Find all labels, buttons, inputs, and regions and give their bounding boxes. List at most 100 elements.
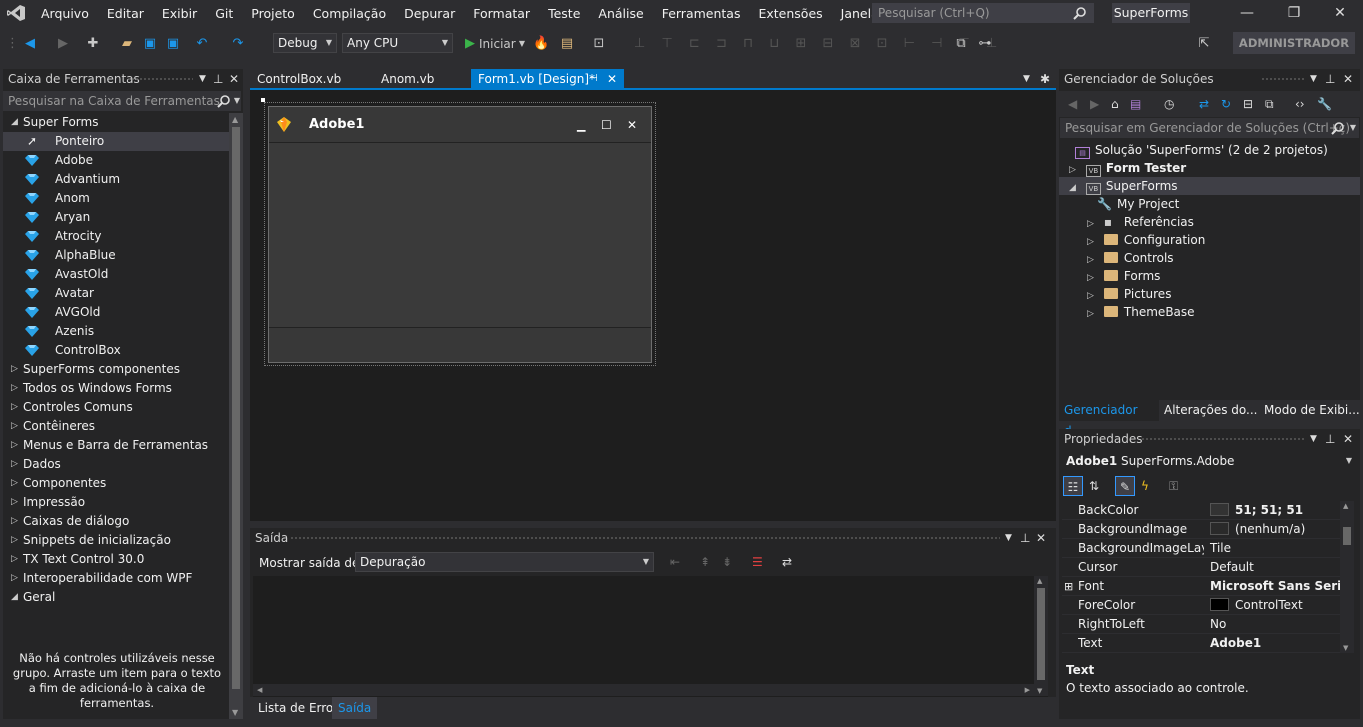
scroll-down-icon[interactable]: ▼ [1037, 687, 1042, 695]
expand-icon[interactable]: ▷ [11, 436, 18, 455]
expand-icon[interactable]: ▷ [11, 455, 18, 474]
properties-icon[interactable]: ✎ [1115, 476, 1135, 496]
property-value[interactable]: Adobe1 [1207, 634, 1340, 653]
show-all-files-icon[interactable]: ⧉ [1265, 94, 1274, 114]
prev-message-icon[interactable]: ⇞ [700, 552, 710, 572]
minimize-icon[interactable]: ▁ [577, 107, 585, 145]
scroll-down-icon[interactable]: ▼ [232, 708, 238, 717]
scroll-up-icon[interactable]: ▲ [1343, 502, 1348, 510]
toolbox-group-header[interactable]: ▷ Componentes [3, 474, 229, 493]
property-row[interactable]: RightToLeft No [1062, 615, 1340, 634]
expand-icon[interactable]: ⊞ [1064, 577, 1073, 596]
tab-class-view[interactable]: Modo de Exibi... [1259, 400, 1360, 421]
scroll-down-icon[interactable]: ▼ [1343, 644, 1348, 652]
close-icon[interactable]: ✕ [607, 69, 617, 89]
collapse-all-icon[interactable]: ⊟ [1243, 94, 1253, 114]
open-folder-icon[interactable]: ▰ [118, 35, 136, 53]
tree-node-themebase[interactable]: ▷ ThemeBase [1087, 303, 1195, 321]
quick-launch-search[interactable]: Pesquisar (Ctrl+Q) [872, 3, 1094, 23]
back-icon[interactable]: ◀ [20, 35, 40, 53]
toolbox-item[interactable]: Azenis [3, 322, 229, 341]
toolbox-item[interactable]: Anom [3, 189, 229, 208]
property-row[interactable]: Cursor Default [1062, 558, 1340, 577]
menu-item-teste[interactable]: Teste [539, 0, 589, 27]
property-row[interactable]: Text Adobe1 [1062, 634, 1340, 653]
menu-item-an-lise[interactable]: Análise [589, 0, 652, 27]
pin-icon[interactable]: ⊥ [213, 69, 223, 89]
clear-all-icon[interactable]: ☰ [752, 552, 763, 572]
next-message-icon[interactable]: ⇟ [722, 552, 732, 572]
expand-icon[interactable]: ▷ [11, 398, 18, 417]
designed-form[interactable]: Adobe1 ▁ ☐ ✕ [268, 106, 652, 363]
start-dropdown-icon[interactable]: ▼ [517, 35, 527, 53]
close-icon[interactable]: ✕ [627, 107, 637, 143]
toolbox-scrollbar[interactable]: ▲ ▼ [229, 113, 243, 719]
panel-menu-icon[interactable]: ▼ [199, 69, 206, 89]
drag-grip[interactable] [290, 536, 1000, 541]
drag-grip[interactable] [127, 77, 193, 82]
tree-node-refer-ncias[interactable]: ▷ ▪ Referências [1087, 213, 1194, 231]
toolbox-item[interactable]: ControlBox [3, 341, 229, 360]
close-icon[interactable]: ✕ [1325, 2, 1355, 24]
tab-controlbox[interactable]: ControlBox.vb [250, 69, 348, 89]
tab-list-icon[interactable]: ▼ [1023, 69, 1030, 89]
close-icon[interactable]: ✕ [229, 69, 239, 89]
expand-icon[interactable]: ▷ [1087, 273, 1094, 283]
expand-icon[interactable]: ▷ [1087, 309, 1094, 319]
design-view-icon[interactable]: ⊡ [590, 35, 608, 53]
expand-icon[interactable]: ▷ [11, 379, 18, 398]
pending-changes-icon[interactable]: ◷ [1164, 94, 1174, 114]
toolbox-item[interactable]: Aryan [3, 208, 229, 227]
expand-icon[interactable]: ▷ [1087, 255, 1094, 265]
toolbox-group-header[interactable]: ▷ Interoperabilidade com WPF [3, 569, 229, 588]
scroll-right-icon[interactable]: ▶ [1025, 684, 1030, 696]
start-button[interactable]: Iniciar [479, 35, 519, 53]
property-value[interactable]: (nenhum/a) [1207, 520, 1340, 539]
expand-icon[interactable]: ▷ [11, 569, 18, 588]
undo-icon[interactable]: ↶ [193, 35, 211, 53]
tree-node-controls[interactable]: ▷ Controls [1087, 249, 1174, 267]
output-source-select[interactable]: Depuração ▼ [355, 552, 654, 572]
panel-menu-icon[interactable]: ▼ [1005, 528, 1012, 548]
tab-order-icon[interactable]: ⧉ [954, 35, 968, 53]
property-row[interactable]: ForeColor ControlText [1062, 596, 1340, 615]
tree-node-forms[interactable]: ▷ Forms [1087, 267, 1160, 285]
scroll-left-icon[interactable]: ◀ [257, 684, 262, 696]
expand-icon[interactable]: ▷ [11, 512, 18, 531]
menu-item-compila-o[interactable]: Compilação [304, 0, 395, 27]
maximize-icon[interactable]: ☐ [601, 107, 612, 143]
solution-search-input[interactable]: Pesquisar em Gerenciador de Soluções (Ct… [1060, 118, 1359, 138]
pin-icon[interactable]: ⊥ [1325, 69, 1335, 89]
toolbox-item[interactable]: ➚ Ponteiro [3, 132, 229, 151]
collapse-icon[interactable]: ◢ [11, 113, 18, 132]
expand-icon[interactable]: ▷ [11, 417, 18, 436]
property-pages-icon[interactable]: ⚿ [1169, 476, 1178, 496]
menu-item-depurar[interactable]: Depurar [395, 0, 464, 27]
toolbox-item[interactable]: AlphaBlue [3, 246, 229, 265]
property-value[interactable]: Microsoft Sans Serif; 9p [1207, 577, 1340, 596]
toolbox-group-header[interactable]: ◢ Super Forms [3, 113, 229, 132]
tree-node-configuration[interactable]: ▷ Configuration [1087, 231, 1205, 249]
lock-controls-icon[interactable]: ⊶ [978, 35, 992, 53]
close-icon[interactable]: ✕ [1343, 429, 1353, 449]
tab-form1-design[interactable]: Form1.vb [Design]* ⊣ ✕ [471, 69, 624, 89]
project-node-superforms[interactable]: ◢ VB SuperForms [1059, 177, 1360, 195]
events-icon[interactable]: ϟ [1141, 476, 1149, 496]
expand-icon[interactable]: ▷ [11, 360, 18, 379]
toolbox-group-header[interactable]: ▷ TX Text Control 30.0 [3, 550, 229, 569]
scroll-up-icon[interactable]: ▲ [232, 115, 238, 124]
solution-node[interactable]: ▤ Solução 'SuperForms' (2 de 2 projetos) [1075, 141, 1328, 159]
pin-icon[interactable]: ⊥ [1325, 429, 1335, 449]
property-value[interactable]: 51; 51; 51 [1207, 501, 1340, 520]
property-value[interactable]: Tile [1207, 539, 1340, 558]
menu-item-projeto[interactable]: Projeto [242, 0, 304, 27]
browse-folder-icon[interactable]: ▤ [558, 35, 576, 53]
scroll-thumb[interactable] [232, 127, 240, 689]
minimize-icon[interactable]: — [1232, 2, 1262, 24]
properties-scrollbar[interactable]: ▲ ▼ [1340, 501, 1354, 653]
forward-icon[interactable]: ▶ [1090, 94, 1099, 114]
tree-node-my-project[interactable]: 🔧 My Project [1075, 195, 1179, 213]
toolbox-group-header[interactable]: ▷ Snippets de inicialização [3, 531, 229, 550]
tab-git-changes[interactable]: Alterações do... [1159, 400, 1259, 421]
menu-item-editar[interactable]: Editar [98, 0, 153, 27]
